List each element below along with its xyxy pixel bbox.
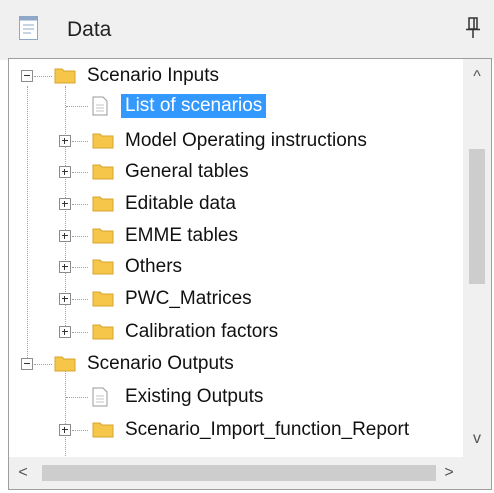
scroll-up-icon[interactable]: ^: [469, 69, 485, 85]
panel-title: Data: [67, 18, 112, 41]
tree-node-emme-tables[interactable]: EMME tables: [9, 221, 459, 251]
tree-node-label: Scenario_Import_function_Report: [125, 419, 410, 440]
tree-node-list-of-scenarios[interactable]: List of scenarios: [9, 91, 459, 121]
expand-icon[interactable]: [59, 261, 71, 273]
scroll-right-icon[interactable]: >: [441, 465, 457, 481]
tree-node-scenario-import-function-report[interactable]: Scenario_Import_function_Report: [9, 415, 459, 445]
tree-node-label: Calibration factors: [125, 321, 279, 342]
tree-node-label: Existing Outputs: [125, 386, 264, 407]
expand-icon[interactable]: [59, 135, 71, 147]
scroll-down-icon[interactable]: v: [469, 431, 485, 447]
scrollbar-corner: [463, 457, 491, 489]
tree-node-existing-outputs[interactable]: Existing Outputs: [9, 382, 459, 412]
folder-icon: [92, 422, 114, 438]
folder-icon: [92, 164, 114, 180]
tree-node-editable-data[interactable]: Editable data: [9, 189, 459, 219]
tree-node-label: General tables: [125, 161, 249, 182]
tree-node-model-operating-instructions[interactable]: Model Operating instructions: [9, 126, 459, 156]
tree-node-general-tables[interactable]: General tables: [9, 157, 459, 187]
expand-icon[interactable]: [59, 326, 71, 338]
tree-node-label: List of scenarios: [121, 94, 267, 118]
folder-icon: [92, 291, 114, 307]
expand-icon[interactable]: [59, 424, 71, 436]
document-icon: [19, 16, 38, 40]
folder-icon: [92, 196, 114, 212]
expand-icon[interactable]: [59, 230, 71, 242]
folder-icon: [92, 259, 114, 275]
expand-icon[interactable]: [59, 293, 71, 305]
collapse-icon[interactable]: [21, 358, 33, 370]
tree-node-scenario-inputs[interactable]: Scenario Inputs: [9, 61, 459, 91]
data-panel: Data Scenario Inputs List of scenarios M…: [0, 0, 494, 493]
expand-icon[interactable]: [59, 198, 71, 210]
expand-icon[interactable]: [59, 166, 71, 178]
tree-node-label: Scenario Outputs: [87, 353, 234, 374]
tree-node-scenario-outputs[interactable]: Scenario Outputs: [9, 349, 459, 379]
horizontal-scroll-thumb[interactable]: [42, 465, 436, 481]
pin-icon[interactable]: [466, 17, 480, 39]
collapse-icon[interactable]: [21, 70, 33, 82]
file-icon: [92, 96, 108, 116]
tree-node-label: Editable data: [125, 193, 236, 214]
vertical-scrollbar[interactable]: ^ v: [463, 59, 491, 457]
folder-icon: [54, 68, 76, 84]
file-icon: [92, 387, 108, 407]
tree-node-label: EMME tables: [125, 225, 238, 246]
folder-icon: [92, 228, 114, 244]
tree-node-calibration-factors[interactable]: Calibration factors: [9, 317, 459, 347]
tree-node-label: Model Operating instructions: [125, 130, 367, 151]
tree-node-others[interactable]: Others: [9, 252, 459, 282]
panel-header: Data: [0, 0, 494, 60]
tree-node-pwc-matrices[interactable]: PWC_Matrices: [9, 284, 459, 314]
folder-icon: [54, 356, 76, 372]
tree-node-label: Others: [125, 256, 183, 277]
scroll-left-icon[interactable]: <: [15, 465, 31, 481]
tree-node-label: Scenario Inputs: [87, 65, 220, 86]
horizontal-scrollbar[interactable]: < >: [9, 457, 463, 489]
data-tree[interactable]: Scenario Inputs List of scenarios Model …: [8, 58, 492, 490]
folder-icon: [92, 324, 114, 340]
folder-icon: [92, 133, 114, 149]
tree-node-label: PWC_Matrices: [125, 288, 252, 309]
vertical-scroll-thumb[interactable]: [469, 149, 485, 284]
